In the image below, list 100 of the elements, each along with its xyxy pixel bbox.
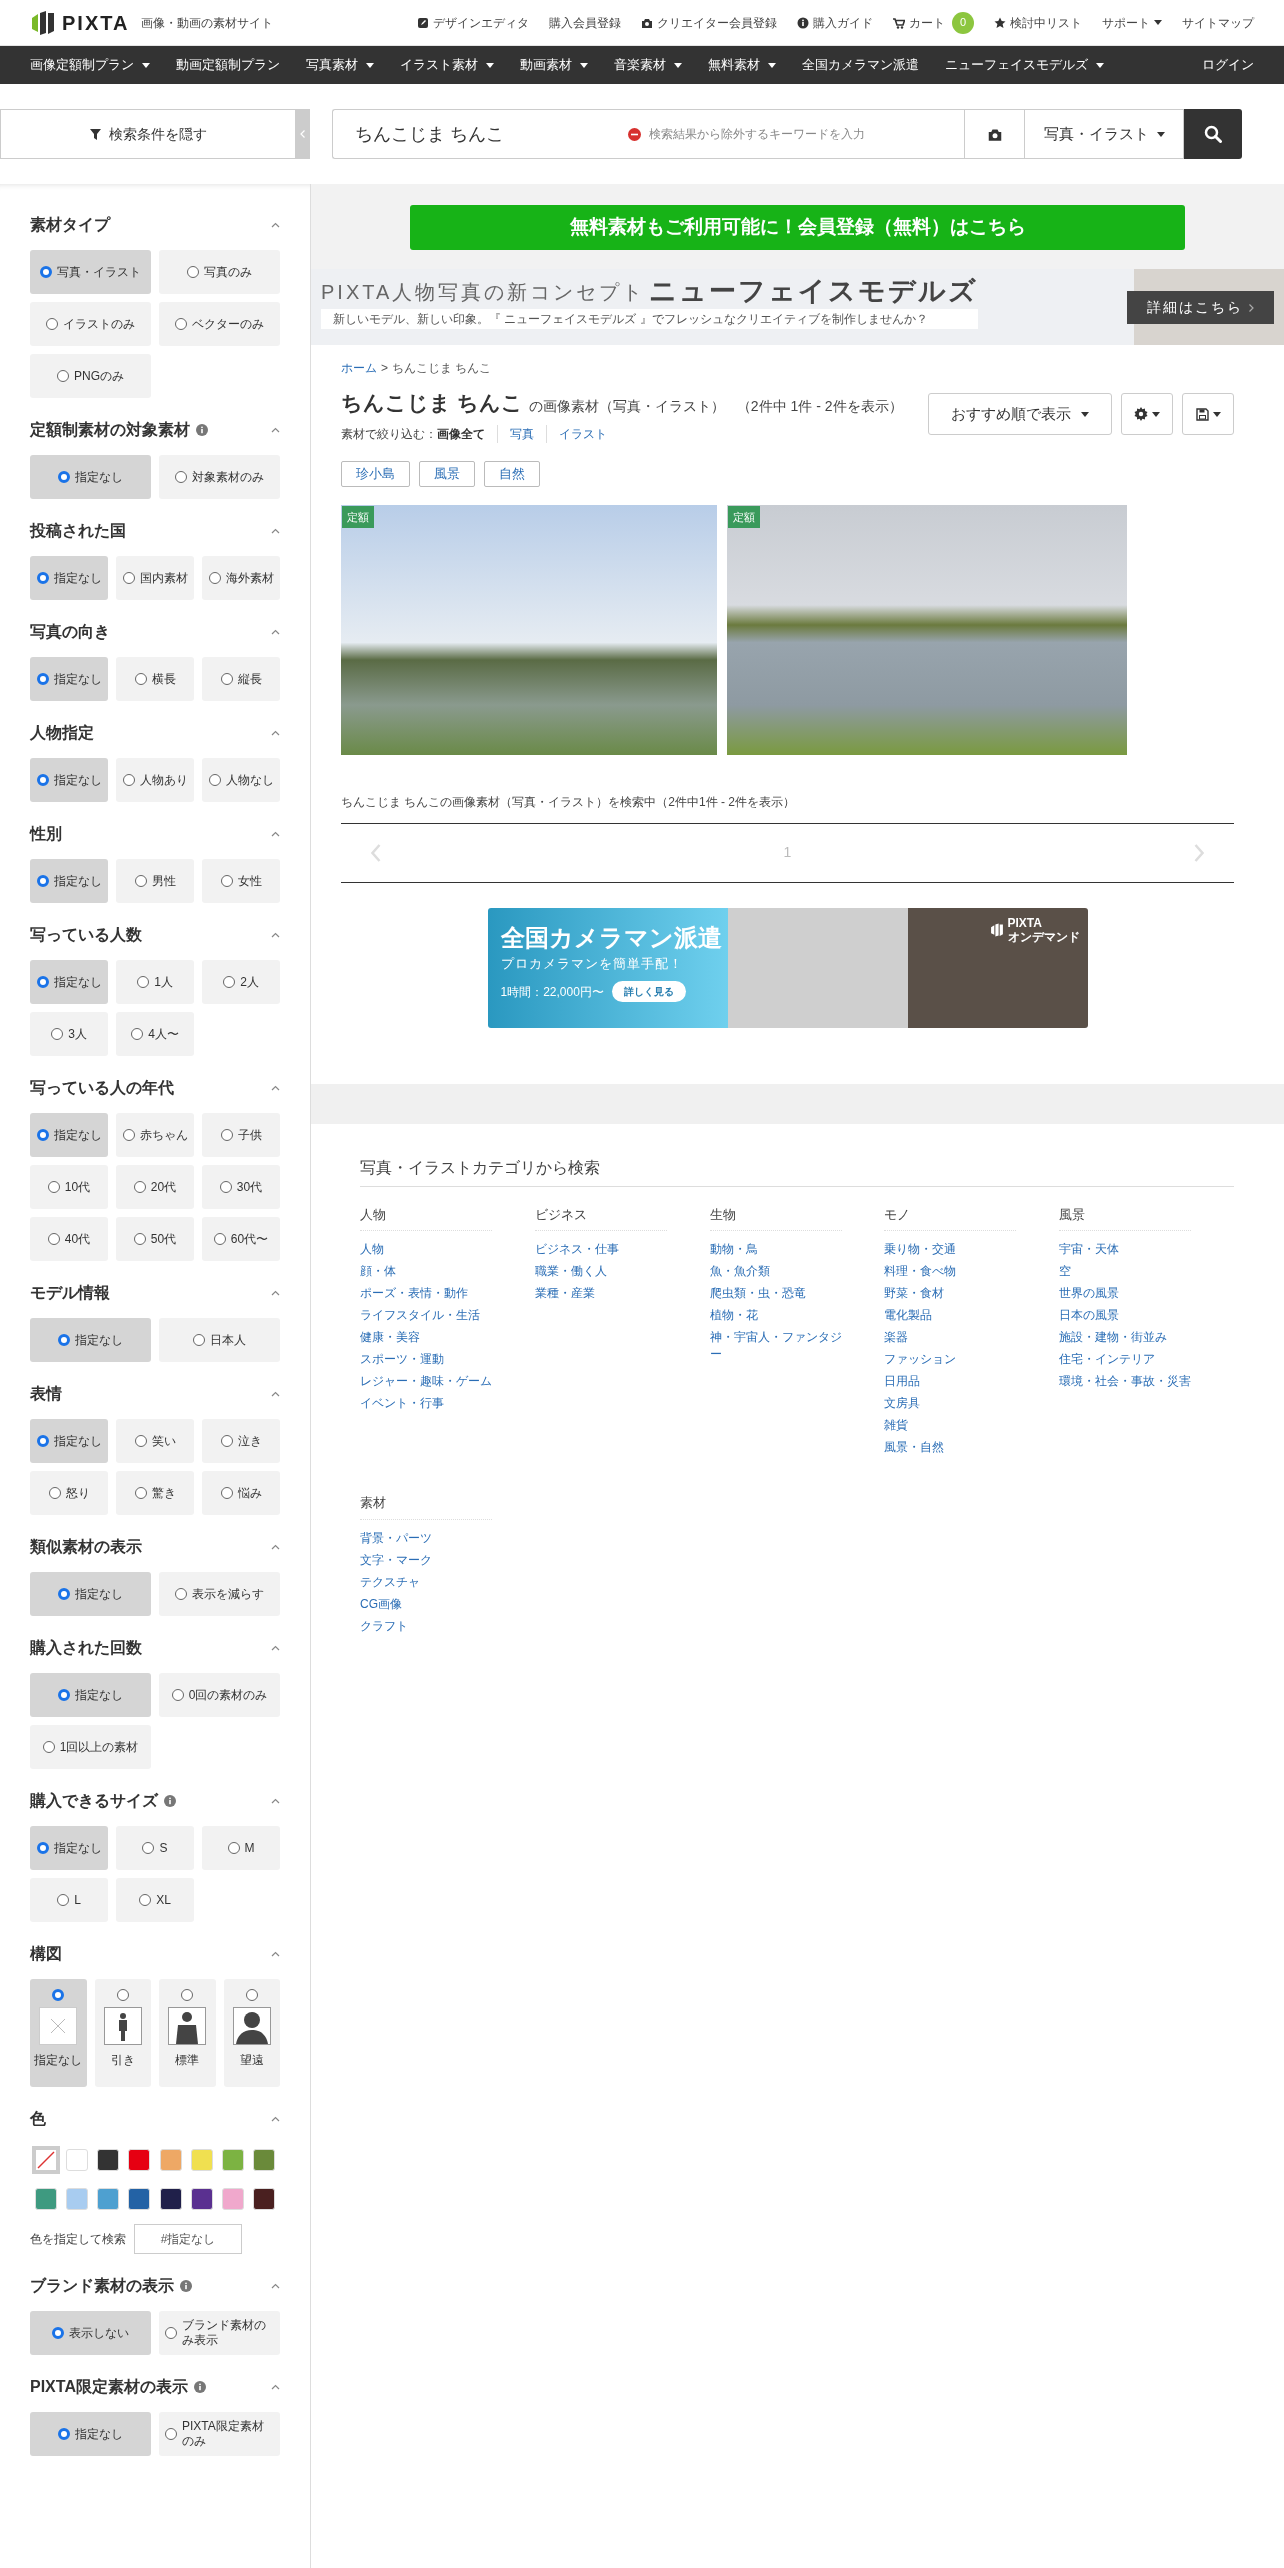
category-link[interactable]: レジャー・趣味・ゲーム [360,1373,492,1390]
color-swatch[interactable] [253,2148,276,2171]
header-link[interactable]: サイトマップ [1182,13,1254,32]
radio-button[interactable] [36,572,49,584]
category-link[interactable]: イベント・行事 [360,1395,492,1412]
filter-option[interactable]: 人物なし [202,758,280,802]
radio-button[interactable] [223,976,236,988]
filter-option[interactable]: PNGのみ [30,354,151,398]
color-swatch[interactable] [190,2148,213,2171]
category-link[interactable]: 人物 [360,1241,492,1258]
filter-link[interactable]: 画像全て [437,424,497,443]
color-swatch[interactable] [128,2148,151,2171]
category-link[interactable]: 料理・食べ物 [884,1263,1017,1280]
filter-option[interactable]: 悩み [202,1471,280,1515]
filter-option[interactable]: 指定なし [30,2412,151,2456]
radio-button[interactable] [193,1334,205,1346]
filter-option[interactable]: 驚き [116,1471,194,1515]
radio-button[interactable] [47,1233,60,1245]
banner-details-button[interactable]: 詳細はこちら [1127,291,1274,324]
category-link[interactable]: 野菜・食材 [884,1285,1017,1302]
category-link[interactable]: クラフト [360,1617,492,1635]
radio-button[interactable] [36,1435,49,1447]
composition-option[interactable]: 望遠 [223,1979,280,2087]
filter-option[interactable]: 写真のみ [159,250,280,294]
radio-button[interactable] [122,774,135,786]
color-swatch[interactable] [190,2187,213,2210]
filter-option[interactable]: 写真・イラスト [30,250,151,294]
photo-placeholder[interactable]: 定額 [727,504,1127,755]
radio-button[interactable] [58,1588,70,1600]
radio-button[interactable] [116,1989,129,2001]
nav-menu-item[interactable]: 動画素材 [520,55,588,75]
radio-button[interactable] [227,1842,240,1854]
color-swatch[interactable] [128,2187,151,2210]
filter-option[interactable]: 海外素材 [202,556,280,600]
radio-button[interactable] [58,471,70,483]
filter-option[interactable]: M [202,1826,280,1870]
filter-option[interactable]: 20代 [116,1165,194,1209]
radio-button[interactable] [48,1487,61,1499]
nav-menu-item[interactable]: 音楽素材 [614,55,682,75]
nav-menu-item[interactable]: イラスト素材 [400,55,494,75]
header-link[interactable]: サポート [1102,13,1162,32]
header-link[interactable]: 購入会員登録 [549,13,621,32]
filter-option[interactable]: 横長 [116,657,194,701]
radio-button[interactable] [133,1181,146,1193]
radio-button[interactable] [36,1129,49,1141]
save-dropdown-button[interactable] [1182,393,1234,435]
category-link[interactable]: 文房具 [884,1395,1017,1412]
radio-button[interactable] [220,673,233,685]
filter-option[interactable]: イラストのみ [30,302,151,346]
nav-menu-item[interactable]: 写真素材 [306,55,374,75]
filter-option[interactable]: 40代 [30,1217,108,1261]
filter-option[interactable]: S [116,1826,194,1870]
radio-button[interactable] [137,976,150,988]
filter-option[interactable]: 怒り [30,1471,108,1515]
radio-button[interactable] [220,1129,233,1141]
radio-button[interactable] [51,1028,64,1040]
keyword-tag[interactable]: 風景 [419,460,475,487]
nav-menu-item[interactable]: 画像定額制プラン [30,55,150,75]
radio-button[interactable] [47,1181,60,1193]
filter-option[interactable]: 子供 [202,1113,280,1157]
filter-option[interactable]: PIXTA限定素材のみ [159,2412,280,2456]
category-link[interactable]: テクスチャ [360,1573,492,1591]
category-link[interactable]: 健康・美容 [360,1329,492,1346]
radio-button[interactable] [245,1989,258,2001]
radio-button[interactable] [36,774,49,786]
color-swatch[interactable] [159,2187,182,2210]
filter-option[interactable]: XL [116,1878,194,1922]
filter-option[interactable]: 30代 [202,1165,280,1209]
radio-button[interactable] [220,1435,233,1447]
radio-button[interactable] [208,774,221,786]
radio-button[interactable] [139,1894,152,1906]
radio-button[interactable] [134,673,147,685]
filter-option[interactable]: 指定なし [30,1826,108,1870]
radio-button[interactable] [175,1588,187,1600]
radio-button[interactable] [52,2327,64,2339]
filter-option[interactable]: 赤ちゃん [116,1113,194,1157]
filter-option[interactable]: 指定なし [30,1673,151,1717]
color-code-field[interactable]: #指定なし [134,2224,242,2254]
radio-button[interactable] [213,1233,226,1245]
filter-option[interactable]: 指定なし [30,859,108,903]
image-search-button[interactable] [964,109,1024,159]
radio-button[interactable] [175,318,187,330]
radio-button[interactable] [134,1487,147,1499]
category-link[interactable]: 動物・鳥 [709,1241,842,1258]
filter-option[interactable]: 日本人 [159,1318,280,1362]
category-link[interactable]: 風景・自然 [884,1439,1017,1456]
radio-button[interactable] [165,2428,177,2440]
color-swatch[interactable] [97,2148,119,2171]
composition-option[interactable]: 引き [94,1979,151,2087]
logo-text[interactable]: PIXTA [62,7,130,38]
category-link[interactable]: 日本の風景 [1059,1307,1192,1324]
category-link[interactable]: 空 [1059,1263,1192,1280]
filter-option[interactable]: 指定なし [30,1318,151,1362]
photographer-dispatch-ad[interactable]: 全国カメラマン派遣 プロカメラマンを簡単手配！ 1時間：22,000円〜 詳しく見る PIXTA オンデマンド [487,907,1088,1028]
radio-button[interactable] [171,1689,184,1701]
color-swatch[interactable] [253,2187,276,2210]
radio-button[interactable] [57,1894,70,1906]
filter-option[interactable]: 表示を減らす [159,1572,280,1616]
filter-option[interactable]: 3人 [30,1012,108,1056]
composition-option[interactable]: 標準 [159,1979,216,2087]
